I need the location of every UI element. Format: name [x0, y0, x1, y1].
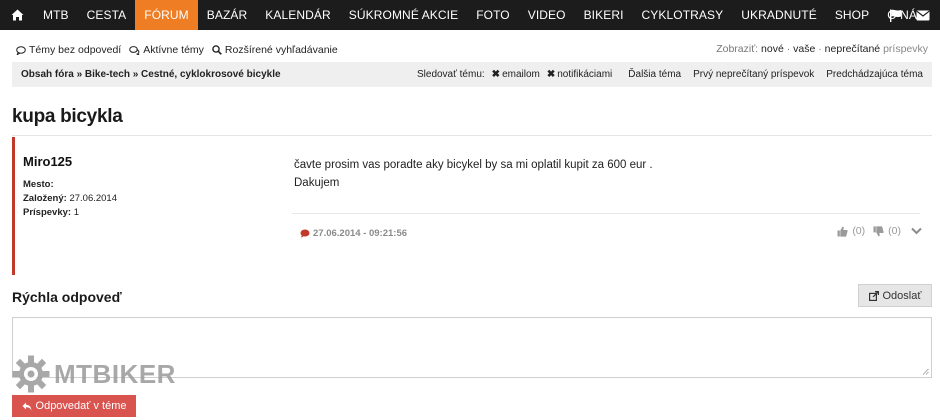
logo-text: MTBIKER [54, 358, 176, 389]
nav-item-kalendar[interactable]: KALENDÁR [256, 0, 340, 30]
comments-icon [129, 45, 140, 55]
likes-count: (0) [852, 225, 866, 237]
topic-actions: Sledovať tému: ✖ emailom ✖ notifikáciami… [417, 62, 923, 87]
breadcrumb[interactable]: Obsah fóra » Bike-tech » Cestné, cyklokr… [21, 69, 281, 80]
nav-item-shop[interactable]: SHOP [826, 0, 878, 30]
nav-item-bikeri[interactable]: BIKERI [575, 0, 633, 30]
first-unread-link[interactable]: Prvý neprečítaný príspevok [693, 69, 814, 80]
post-date[interactable]: 27.06.2014 - 09:21:56 [300, 228, 407, 239]
forum-sublinks: Témy bez odpovedí Aktívne témy Rozšírené… [16, 43, 928, 57]
meta-city: Mesto: [23, 178, 117, 192]
search-icon [212, 45, 222, 55]
meta-created: Založený: 27.06.2014 [23, 192, 117, 206]
nav-item-video[interactable]: VIDEO [519, 0, 575, 30]
thumbs-down-icon[interactable] [873, 225, 884, 237]
meta-posts: Príspevky: 1 [23, 206, 117, 220]
nav-item-forum[interactable]: FÓRUM [135, 0, 198, 30]
nav-item-sukromne-akcie[interactable]: SÚKROMNÉ AKCIE [340, 0, 467, 30]
show-new-link[interactable]: nové [761, 43, 784, 55]
advanced-search-label: Rozšírené vyhľadávanie [224, 44, 338, 56]
close-icon: ✖ [491, 69, 501, 80]
post-body-line: čavte prosim vas poradte aky bicykel by … [294, 159, 653, 171]
resize-grip-icon[interactable] [922, 368, 929, 375]
show-filter-label: Zobraziť: [716, 43, 759, 55]
dislikes-count: (0) [888, 225, 901, 237]
home-link[interactable] [0, 0, 34, 30]
post-divider [292, 213, 920, 214]
show-posts-label: príspevky [883, 43, 928, 55]
nav-item-ukradnute[interactable]: UKRADNUTÉ [732, 0, 826, 30]
author-meta: Mesto: Založený: 27.06.2014 Príspevky: 1 [23, 178, 117, 220]
show-yours-link[interactable]: vaše [793, 43, 815, 55]
title-divider [12, 135, 932, 136]
reply-icon [22, 402, 32, 410]
follow-notifications-link[interactable]: notifikáciami [557, 69, 612, 80]
envelope-icon[interactable] [916, 10, 930, 21]
active-topics-link[interactable]: Aktívne témy [129, 44, 204, 56]
nav-item-mtb[interactable]: MTB [34, 0, 78, 30]
nav-item-cesta[interactable]: CESTA [78, 0, 136, 30]
post-date-text: 27.06.2014 - 09:21:56 [313, 228, 408, 239]
chevron-down-icon[interactable] [911, 227, 922, 235]
gear-icon [12, 355, 50, 393]
follow-email-link[interactable]: emailom [502, 69, 540, 80]
comment-icon [16, 45, 26, 55]
reply-in-topic-button[interactable]: Odpovedať v téme [12, 395, 136, 417]
external-link-icon [868, 290, 879, 301]
nav-item-bazar[interactable]: BAZÁR [198, 0, 257, 30]
post-accent-bar [12, 137, 15, 275]
unanswered-topics-label: Témy bez odpovedí [29, 44, 122, 56]
show-filter: Zobraziť: nové · vaše · neprečítané prís… [716, 43, 928, 55]
advanced-search-link[interactable]: Rozšírené vyhľadávanie [212, 44, 338, 56]
post-author[interactable]: Miro125 [23, 154, 72, 169]
nav-item-foto[interactable]: FOTO [467, 0, 519, 30]
meta-posts-label: Príspevky: [23, 207, 72, 218]
thumbs-up-icon[interactable] [837, 226, 848, 237]
nav-right-icons [889, 0, 930, 30]
nav-item-cyklotrasy[interactable]: CYKLOTRASY [633, 0, 733, 30]
meta-posts-value: 1 [73, 207, 79, 218]
active-topics-label: Aktívne témy [143, 44, 204, 56]
follow-topic-label: Sledovať tému: [416, 69, 485, 80]
post-votes: (0) (0) [837, 225, 922, 237]
unanswered-topics-link[interactable]: Témy bez odpovedí [16, 44, 121, 56]
forum-post: Miro125 Mesto: Založený: 27.06.2014 Prís… [12, 137, 932, 275]
meta-created-value: 27.06.2014 [69, 193, 117, 204]
meta-city-label: Mesto: [23, 179, 54, 190]
reply-in-topic-label: Odpovedať v téme [35, 400, 127, 412]
top-nav: MTB CESTA FÓRUM BAZÁR KALENDÁR SÚKROMNÉ … [0, 0, 940, 30]
send-button[interactable]: Odoslať [858, 284, 932, 307]
post-body-line: Dakujem [294, 177, 340, 189]
breadcrumb-bar: Obsah fóra » Bike-tech » Cestné, cyklokr… [12, 62, 932, 87]
meta-created-label: Založený: [23, 193, 67, 204]
post-body: čavte prosim vas poradte aky bicykel by … [294, 156, 653, 192]
close-icon: ✖ [546, 69, 556, 80]
mtbiker-logo: MTBIKER [12, 355, 176, 393]
previous-topic-link[interactable]: Predchádzajúca téma [826, 69, 923, 80]
page-title: kupa bicykla [12, 106, 123, 127]
quick-reply-title: Rýchla odpoveď [12, 289, 122, 305]
next-topic-link[interactable]: Ďalšia téma [628, 69, 681, 80]
send-button-label: Odoslať [882, 289, 922, 302]
show-unread-link[interactable]: neprečítané [825, 43, 880, 55]
comment-icon [300, 229, 310, 238]
home-icon [11, 9, 23, 21]
flag-icon[interactable] [889, 9, 902, 22]
